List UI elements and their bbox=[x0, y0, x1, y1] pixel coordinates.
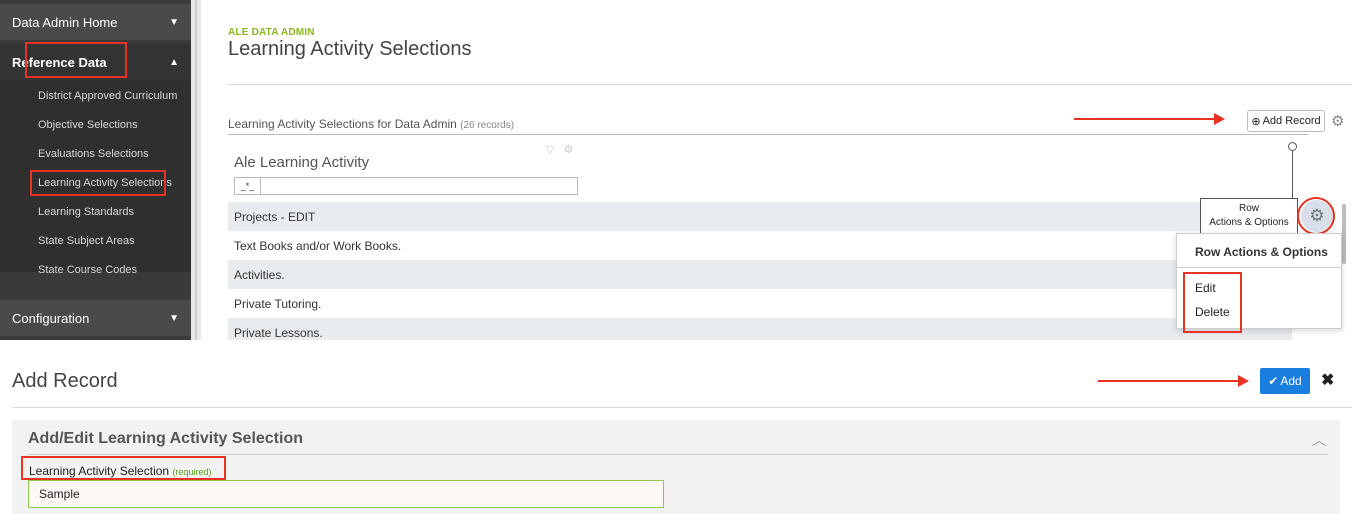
add-record-button[interactable]: ⊕ Add Record bbox=[1247, 110, 1325, 132]
filter-icon[interactable]: ▽ bbox=[546, 144, 554, 156]
row-label: Private Lessons. bbox=[234, 325, 323, 340]
add-record-title: Add Record bbox=[12, 370, 118, 392]
annotation-box-edit-delete bbox=[1183, 272, 1242, 333]
sidebar-item-district-approved-curriculum[interactable]: District Approved Curriculum bbox=[38, 90, 177, 102]
tooltip-line-1: Row bbox=[1238, 203, 1259, 214]
annotation-circle-row-gear bbox=[1297, 197, 1335, 235]
row-label: Text Books and/or Work Books. bbox=[234, 238, 402, 253]
chevron-up-icon: ▲ bbox=[169, 56, 179, 68]
learning-activity-selection-input[interactable]: Sample bbox=[28, 480, 664, 508]
chevron-up-icon[interactable]: ︿ bbox=[1312, 430, 1326, 450]
close-icon[interactable]: ✖ bbox=[1321, 370, 1334, 390]
menu-divider bbox=[1177, 267, 1341, 268]
gear-icon[interactable]: ⚙ bbox=[1331, 112, 1344, 130]
filter-operator[interactable]: _*_ bbox=[235, 178, 261, 194]
sidebar-item-state-subject-areas[interactable]: State Subject Areas bbox=[38, 235, 135, 247]
sidebar-configuration-label: Configuration bbox=[12, 310, 90, 326]
callout-connector-line bbox=[1292, 150, 1293, 198]
annotation-box-field-label bbox=[21, 456, 226, 480]
form-section-title: Add/Edit Learning Activity Selection bbox=[28, 430, 303, 447]
column-filter-input[interactable]: _*_ bbox=[234, 177, 578, 195]
annotation-arrow-head bbox=[1214, 113, 1225, 125]
add-record-panel: Add Record ✔ Add ✖ Add/Edit Learning Act… bbox=[0, 340, 1352, 514]
row-label: Projects - EDIT bbox=[234, 209, 316, 224]
tooltip-line-2: Actions & Options bbox=[1209, 217, 1289, 228]
sidebar-data-admin-home[interactable]: Data Admin Home ▼ bbox=[0, 4, 191, 40]
list-title-text: Learning Activity Selections for Data Ad… bbox=[228, 117, 457, 131]
top-screen: Data Admin Home ▼ Reference Data ▲ Distr… bbox=[0, 0, 1352, 340]
record-count: (26 records) bbox=[460, 120, 515, 131]
annotation-arrow-head bbox=[1238, 375, 1249, 387]
list-divider bbox=[228, 134, 1308, 135]
sidebar-item-learning-standards[interactable]: Learning Standards bbox=[38, 206, 134, 218]
add-record-divider bbox=[12, 407, 1352, 408]
plus-circle-icon: ⊕ bbox=[1251, 115, 1261, 128]
chevron-down-icon: ▼ bbox=[169, 312, 179, 324]
row-actions-menu-title: Row Actions & Options bbox=[1195, 245, 1328, 259]
header-divider bbox=[228, 84, 1352, 85]
add-button[interactable]: ✔ Add bbox=[1260, 368, 1310, 394]
list-title: Learning Activity Selections for Data Ad… bbox=[228, 117, 514, 131]
sidebar-divider[interactable] bbox=[191, 0, 201, 340]
sidebar-item-objective-selections[interactable]: Objective Selections bbox=[38, 119, 138, 131]
annotation-arrow-add bbox=[1098, 380, 1240, 382]
table-row[interactable]: Activities. bbox=[228, 260, 1292, 289]
check-icon: ✔ bbox=[1268, 374, 1279, 388]
annotation-box-reference-data bbox=[25, 42, 127, 78]
column-header-ale-learning-activity[interactable]: Ale Learning Activity bbox=[234, 154, 369, 171]
page-title: Learning Activity Selections bbox=[228, 38, 472, 60]
annotation-box-learning-activity bbox=[30, 170, 166, 196]
table-row[interactable]: Private Lessons. bbox=[228, 318, 1292, 340]
page-eyebrow: ALE DATA ADMIN bbox=[228, 27, 315, 38]
add-record-label: Add Record bbox=[1262, 115, 1321, 127]
annotation-arrow-add-record bbox=[1074, 118, 1216, 120]
sidebar-item-state-course-codes[interactable]: State Course Codes bbox=[38, 264, 137, 276]
column-tools: ▽ ⚙ bbox=[546, 143, 573, 156]
table-row[interactable]: Projects - EDIT bbox=[228, 202, 1292, 231]
gear-icon[interactable]: ⚙ bbox=[564, 144, 574, 156]
row-label: Activities. bbox=[234, 267, 285, 282]
sidebar-configuration[interactable]: Configuration ▼ bbox=[0, 300, 191, 336]
sidebar-data-admin-home-label: Data Admin Home bbox=[12, 14, 118, 30]
row-actions-tooltip: Row Actions & Options bbox=[1200, 198, 1298, 234]
table-row[interactable]: Private Tutoring. bbox=[228, 289, 1292, 318]
form-section-divider bbox=[28, 454, 1328, 455]
table-row[interactable]: Text Books and/or Work Books. bbox=[228, 231, 1292, 260]
add-button-label: Add bbox=[1280, 374, 1302, 388]
chevron-down-icon: ▼ bbox=[169, 16, 179, 28]
row-label: Private Tutoring. bbox=[234, 296, 322, 311]
sidebar-item-evaluations-selections[interactable]: Evaluations Selections bbox=[38, 148, 149, 160]
